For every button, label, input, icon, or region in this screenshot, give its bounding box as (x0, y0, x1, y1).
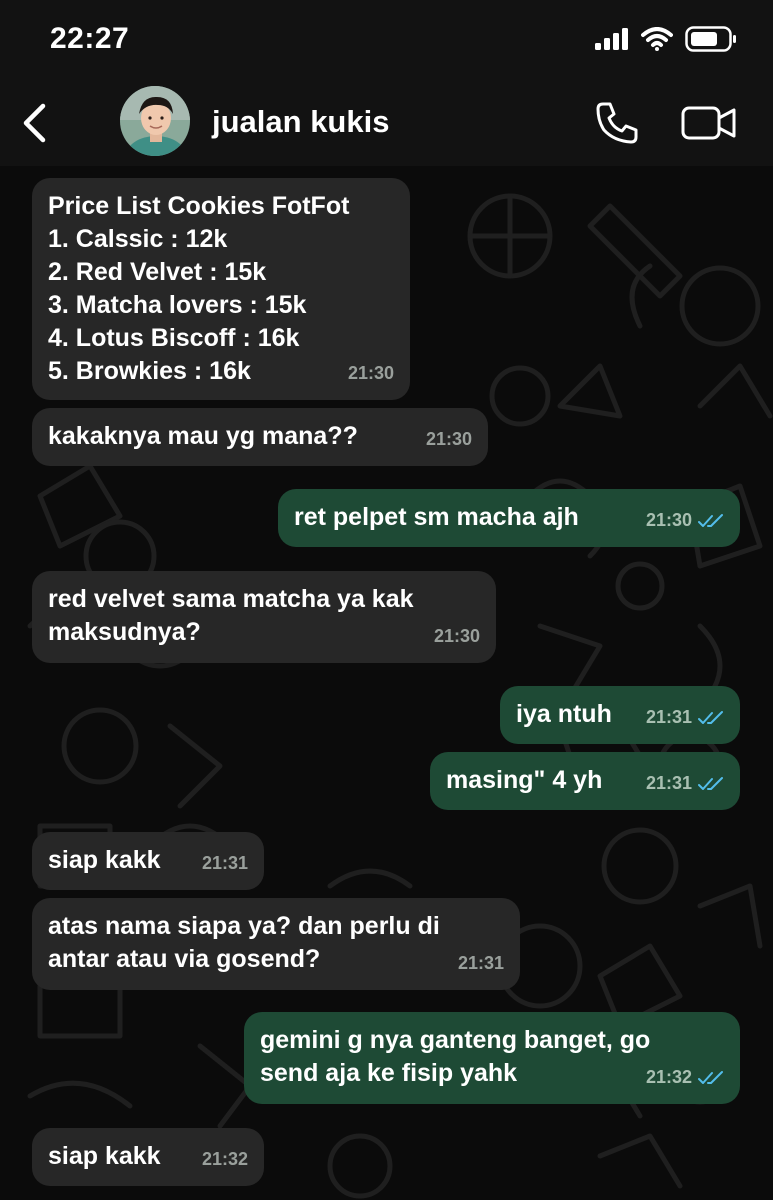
message-meta: 21:30 (434, 620, 480, 653)
incoming-message[interactable]: kakaknya mau yg mana?? 21:30 (32, 408, 488, 466)
double-check-icon (698, 513, 723, 527)
message-meta: 21:30 (426, 423, 472, 456)
message-meta: 21:31 (458, 947, 504, 980)
back-button[interactable] (14, 100, 54, 146)
message-text: red velvet sama matcha ya kak maksudnya? (48, 585, 414, 646)
incoming-message[interactable]: atas nama siapa ya? dan perlu di antar a… (32, 898, 520, 990)
signal-icon (595, 28, 628, 50)
message-meta: 21:32 (646, 1061, 724, 1094)
outgoing-message[interactable]: masing" 4 yh 21:31 (430, 752, 740, 810)
message-time: 21:31 (645, 707, 692, 727)
chat-area[interactable]: Price List Cookies FotFot 1. Calssic : 1… (0, 166, 773, 1200)
incoming-message[interactable]: red velvet sama matcha ya kak maksudnya?… (32, 571, 496, 663)
status-icons (595, 26, 737, 52)
message-meta: 21:30 (348, 357, 394, 390)
voice-call-button[interactable] (594, 100, 640, 146)
phone-icon (596, 102, 638, 144)
double-check-icon (698, 710, 723, 724)
incoming-message[interactable]: siap kakk 21:32 (32, 1128, 264, 1186)
video-call-button[interactable] (680, 100, 738, 146)
message-time: 21:30 (433, 626, 480, 646)
message-time: 21:31 (457, 953, 504, 973)
double-check-icon (698, 776, 723, 790)
message-text: Price List Cookies FotFot 1. Calssic : 1… (48, 192, 350, 385)
back-icon (23, 103, 46, 143)
message-time: 21:32 (645, 1067, 692, 1087)
chat-header: jualan kukis (0, 80, 773, 166)
message-meta: 21:31 (646, 701, 724, 734)
message-meta: 21:32 (202, 1143, 248, 1176)
message-time: 21:31 (201, 853, 248, 873)
status-bar: 22:27 (0, 0, 773, 80)
video-camera-icon (681, 106, 736, 140)
message-time: 21:31 (645, 773, 692, 793)
message-time: 21:30 (425, 429, 472, 449)
message-time: 21:32 (201, 1149, 248, 1169)
message-meta: 21:31 (202, 847, 248, 880)
message-meta: 21:30 (646, 504, 724, 537)
incoming-message[interactable]: siap kakk 21:31 (32, 832, 264, 890)
message-time: 21:30 (347, 363, 394, 383)
message-time: 21:30 (645, 510, 692, 530)
message-text: atas nama siapa ya? dan perlu di antar a… (48, 912, 440, 973)
wifi-icon (641, 27, 673, 51)
double-check-icon (698, 1070, 723, 1084)
status-time: 22:27 (50, 22, 130, 55)
outgoing-message[interactable]: ret pelpet sm macha ajh 21:30 (278, 489, 740, 547)
avatar[interactable] (120, 86, 190, 156)
battery-icon (685, 26, 736, 52)
message-meta: 21:31 (646, 767, 724, 800)
outgoing-message[interactable]: gemini g nya ganteng banget, go send aja… (244, 1012, 740, 1104)
incoming-message[interactable]: Price List Cookies FotFot 1. Calssic : 1… (32, 178, 410, 400)
outgoing-message[interactable]: iya ntuh 21:31 (500, 686, 740, 744)
contact-name[interactable]: jualan kukis (212, 104, 389, 140)
message-text: kakaknya mau yg mana?? (48, 422, 358, 450)
